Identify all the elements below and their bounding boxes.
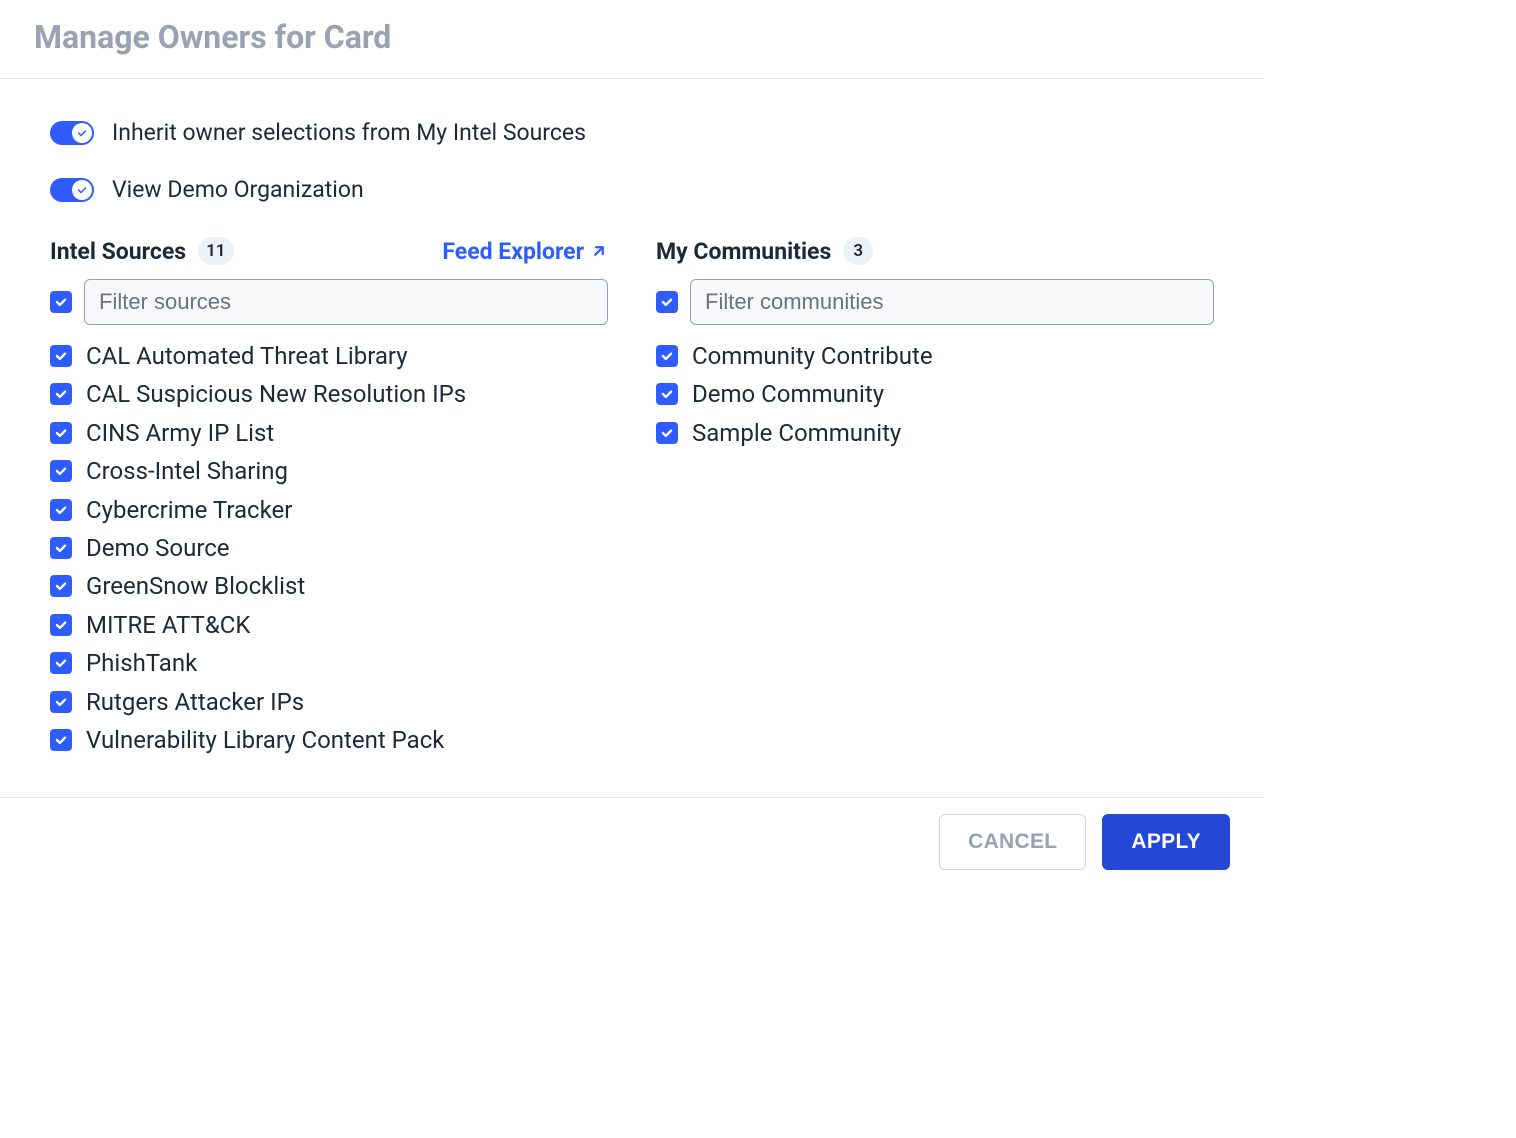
apply-button[interactable]: APPLY — [1102, 814, 1230, 870]
check-icon — [54, 656, 68, 670]
dialog-title: Manage Owners for Card — [34, 18, 1230, 56]
item-label: Demo Community — [692, 378, 884, 410]
item-checkbox[interactable] — [50, 729, 72, 751]
list-item: MITRE ATT&CK — [50, 606, 608, 644]
list-item: CAL Automated Threat Library — [50, 337, 608, 375]
toggle-knob-icon — [72, 123, 92, 143]
item-label: GreenSnow Blocklist — [86, 570, 305, 602]
dialog-header: Manage Owners for Card — [0, 0, 1264, 79]
demo-toggle[interactable] — [50, 178, 94, 202]
list-item: Sample Community — [656, 414, 1214, 452]
feed-explorer-label: Feed Explorer — [442, 238, 584, 265]
check-icon — [660, 387, 674, 401]
intel-select-all-checkbox[interactable] — [50, 291, 72, 313]
demo-toggle-row: View Demo Organization — [50, 176, 1214, 203]
item-label: Cross-Intel Sharing — [86, 455, 288, 487]
intel-sources-count: 11 — [198, 237, 233, 265]
toggle-knob-icon — [72, 180, 92, 200]
list-item: CAL Suspicious New Resolution IPs — [50, 375, 608, 413]
item-label: Cybercrime Tracker — [86, 494, 292, 526]
check-icon — [660, 426, 674, 440]
item-label: MITRE ATT&CK — [86, 609, 250, 641]
check-icon — [54, 387, 68, 401]
item-checkbox[interactable] — [50, 460, 72, 482]
list-item: Demo Community — [656, 375, 1214, 413]
intel-sources-title: Intel Sources — [50, 238, 186, 265]
inherit-toggle[interactable] — [50, 121, 94, 145]
check-icon — [54, 733, 68, 747]
check-icon — [54, 295, 68, 309]
feed-explorer-link[interactable]: Feed Explorer — [442, 238, 608, 265]
columns: Intel Sources 11 Feed Explorer CAL Autom… — [50, 237, 1214, 759]
item-checkbox[interactable] — [50, 652, 72, 674]
item-checkbox[interactable] — [50, 499, 72, 521]
item-label: Sample Community — [692, 417, 901, 449]
communities-list: Community Contribute Demo Community Sample… — [656, 337, 1214, 452]
check-icon — [54, 541, 68, 555]
item-label: CAL Automated Threat Library — [86, 340, 408, 372]
communities-select-all-checkbox[interactable] — [656, 291, 678, 313]
item-checkbox[interactable] — [50, 537, 72, 559]
dialog-footer: CANCEL APPLY — [0, 797, 1264, 888]
intel-sources-column: Intel Sources 11 Feed Explorer CAL Autom… — [50, 237, 608, 759]
communities-title: My Communities — [656, 238, 831, 265]
item-checkbox[interactable] — [50, 422, 72, 444]
communities-count: 3 — [843, 237, 873, 265]
item-label: Community Contribute — [692, 340, 933, 372]
list-item: Rutgers Attacker IPs — [50, 683, 608, 721]
item-checkbox[interactable] — [50, 691, 72, 713]
dialog-body: Inherit owner selections from My Intel S… — [0, 79, 1264, 779]
demo-toggle-label: View Demo Organization — [112, 176, 364, 203]
external-link-icon — [590, 242, 608, 260]
list-item: Demo Source — [50, 529, 608, 567]
item-label: Rutgers Attacker IPs — [86, 686, 304, 718]
intel-filter-row — [50, 279, 608, 325]
intel-sources-header: Intel Sources 11 Feed Explorer — [50, 237, 608, 265]
list-item: PhishTank — [50, 644, 608, 682]
list-item: Community Contribute — [656, 337, 1214, 375]
communities-filter-row — [656, 279, 1214, 325]
communities-column: My Communities 3 Community Contribute Dem… — [656, 237, 1214, 759]
item-checkbox[interactable] — [656, 383, 678, 405]
intel-sources-list: CAL Automated Threat Library CAL Suspicio… — [50, 337, 608, 759]
list-item: Cross-Intel Sharing — [50, 452, 608, 490]
item-label: Vulnerability Library Content Pack — [86, 724, 444, 756]
check-icon — [54, 503, 68, 517]
item-checkbox[interactable] — [50, 345, 72, 367]
check-icon — [54, 464, 68, 478]
list-item: Cybercrime Tracker — [50, 491, 608, 529]
inherit-toggle-label: Inherit owner selections from My Intel S… — [112, 119, 586, 146]
check-icon — [660, 349, 674, 363]
cancel-button[interactable]: CANCEL — [939, 814, 1086, 870]
communities-filter-input[interactable] — [690, 279, 1214, 325]
item-label: CINS Army IP List — [86, 417, 274, 449]
item-label: CAL Suspicious New Resolution IPs — [86, 378, 466, 410]
check-icon — [54, 579, 68, 593]
list-item: CINS Army IP List — [50, 414, 608, 452]
item-label: PhishTank — [86, 647, 197, 679]
item-checkbox[interactable] — [50, 383, 72, 405]
inherit-toggle-row: Inherit owner selections from My Intel S… — [50, 119, 1214, 146]
manage-owners-dialog: Manage Owners for Card Inherit owner sel… — [0, 0, 1264, 888]
check-icon — [54, 426, 68, 440]
item-checkbox[interactable] — [656, 345, 678, 367]
check-icon — [54, 349, 68, 363]
list-item: Vulnerability Library Content Pack — [50, 721, 608, 759]
check-icon — [660, 295, 674, 309]
list-item: GreenSnow Blocklist — [50, 567, 608, 605]
item-checkbox[interactable] — [50, 614, 72, 636]
communities-header: My Communities 3 — [656, 237, 1214, 265]
item-label: Demo Source — [86, 532, 230, 564]
check-icon — [54, 695, 68, 709]
check-icon — [54, 618, 68, 632]
intel-filter-input[interactable] — [84, 279, 608, 325]
item-checkbox[interactable] — [656, 422, 678, 444]
item-checkbox[interactable] — [50, 575, 72, 597]
